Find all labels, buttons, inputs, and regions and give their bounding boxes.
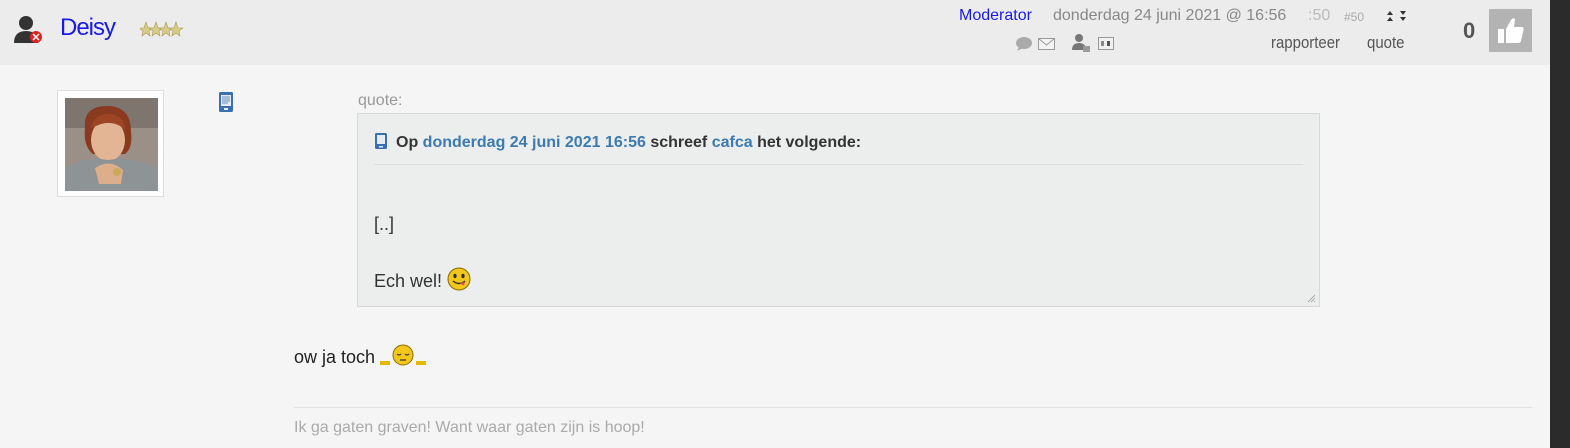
quote-author-link[interactable]: cafca	[712, 134, 753, 151]
rank-stars-icon	[140, 21, 184, 37]
avatar[interactable]	[65, 98, 158, 191]
scrollbar[interactable]	[1550, 0, 1570, 448]
post-message-text: ow ja toch	[294, 347, 376, 367]
post-message: ow ja toch	[294, 343, 427, 368]
user-role: Moderator	[959, 7, 1032, 24]
user-profile-icon[interactable]	[1071, 33, 1091, 53]
id-card-icon[interactable]	[1098, 37, 1114, 50]
mobile-device-icon	[375, 133, 387, 149]
speech-bubble-icon[interactable]	[1014, 36, 1034, 52]
thumbs-up-icon	[1498, 18, 1524, 43]
user-offline-icon	[14, 16, 42, 43]
username-link[interactable]: Deisy	[60, 14, 116, 42]
quote-link[interactable]: quote	[1367, 33, 1404, 53]
post-number[interactable]: #50	[1344, 10, 1364, 24]
quote-header: Op donderdag 24 juni 2021 16:56 schreef …	[374, 132, 1303, 165]
avatar-frame[interactable]	[57, 90, 164, 197]
quote-prefix: Op	[396, 134, 419, 151]
quote-label: quote:	[358, 92, 403, 109]
post-seconds: :50	[1308, 7, 1331, 24]
quote-date-link[interactable]: donderdag 24 juni 2021 16:56	[423, 134, 646, 151]
sleepy-smiley-icon	[380, 344, 427, 366]
like-button[interactable]	[1489, 9, 1532, 52]
tongue-smiley-icon	[447, 267, 471, 291]
signature-divider	[294, 407, 1532, 408]
quote-block: Op donderdag 24 juni 2021 16:56 schreef …	[357, 113, 1320, 307]
like-count: 0	[1463, 18, 1476, 43]
quote-text: Ech wel!	[374, 271, 443, 291]
report-link[interactable]: rapporteer	[1271, 33, 1340, 53]
quote-text-line: [..]	[374, 214, 395, 234]
quote-suffix: het volgende:	[757, 134, 862, 151]
sort-arrows-icon[interactable]	[1384, 9, 1410, 23]
quote-text-line: Ech wel!	[374, 267, 471, 292]
envelope-icon[interactable]	[1038, 38, 1055, 50]
resize-handle[interactable]	[1307, 294, 1316, 303]
signature: Ik ga gaten graven! Want waar gaten zijn…	[294, 419, 645, 436]
post-date: donderdag 24 juni 2021 @ 16:56	[1053, 7, 1287, 24]
quote-middle: schreef	[650, 134, 708, 151]
mobile-device-icon	[219, 92, 233, 112]
